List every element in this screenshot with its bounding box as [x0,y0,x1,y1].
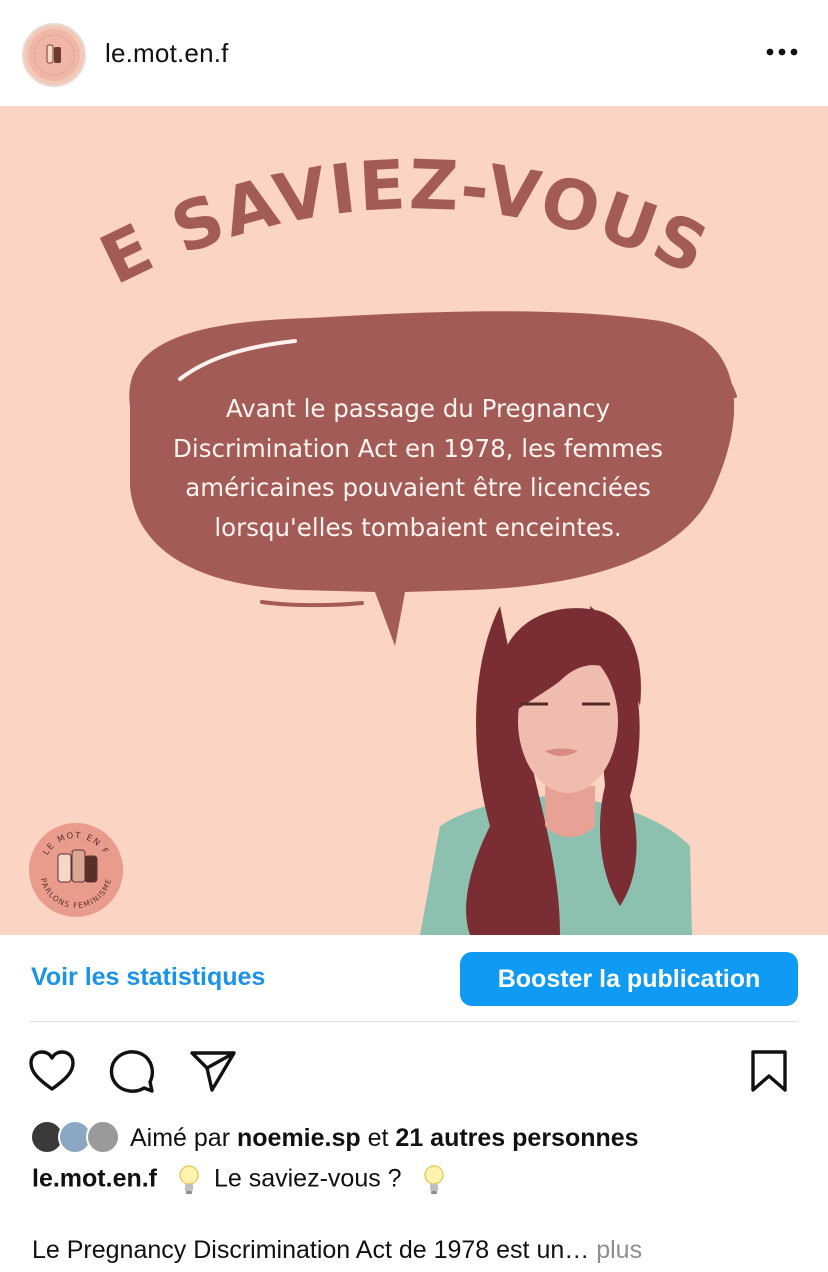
fist-logo-icon [28,29,80,81]
heart-icon[interactable] [28,1048,76,1094]
comment-icon[interactable] [108,1048,156,1094]
liked-by-user[interactable]: noemie.sp [237,1124,361,1152]
liked-by-prefix: Aimé par [130,1124,231,1152]
boost-post-button[interactable]: Booster la publication [460,952,798,1006]
liker-avatars[interactable] [30,1120,126,1156]
brand-logo: LE MOT EN F PARLONS FEMINISME [29,823,123,917]
caption-more-link[interactable]: plus [596,1236,642,1264]
view-stats-link[interactable]: Voir les statistiques [31,963,265,992]
post-image[interactable]: LE SAVIEZ-VOUS ? Avant le passage du Pre… [0,106,828,935]
headline-text: LE SAVIEZ-VOUS ? [0,106,720,301]
more-dots-icon[interactable] [760,40,804,64]
divider [30,1021,798,1022]
caption-title: le.mot.en.f Le saviez-vous ? [32,1164,459,1196]
lightbulb-icon [423,1165,444,1194]
liked-by-text[interactable]: Aimé par noemie.sp et 21 autres personne… [130,1124,639,1153]
lightbulb-icon [179,1165,199,1194]
caption-text: Le saviez-vous ? [213,1164,402,1193]
liker-avatar [86,1120,120,1154]
caption-body-text: Le Pregnancy Discrimination Act de 1978 … [32,1236,590,1264]
post-username[interactable]: le.mot.en.f [105,38,229,69]
profile-avatar[interactable] [22,23,86,87]
liked-by-connector: et [367,1124,389,1152]
send-icon[interactable] [188,1048,238,1094]
woman-illustration [420,606,692,935]
caption-body: Le Pregnancy Discrimination Act de 1978 … [32,1236,642,1265]
bookmark-icon[interactable] [748,1048,790,1094]
liked-by-others[interactable]: 21 autres personnes [395,1124,638,1152]
post-header: le.mot.en.f [0,0,828,106]
bubble-text: Avant le passage du Pregnancy Discrimina… [173,394,663,542]
caption-username[interactable]: le.mot.en.f [32,1165,157,1193]
